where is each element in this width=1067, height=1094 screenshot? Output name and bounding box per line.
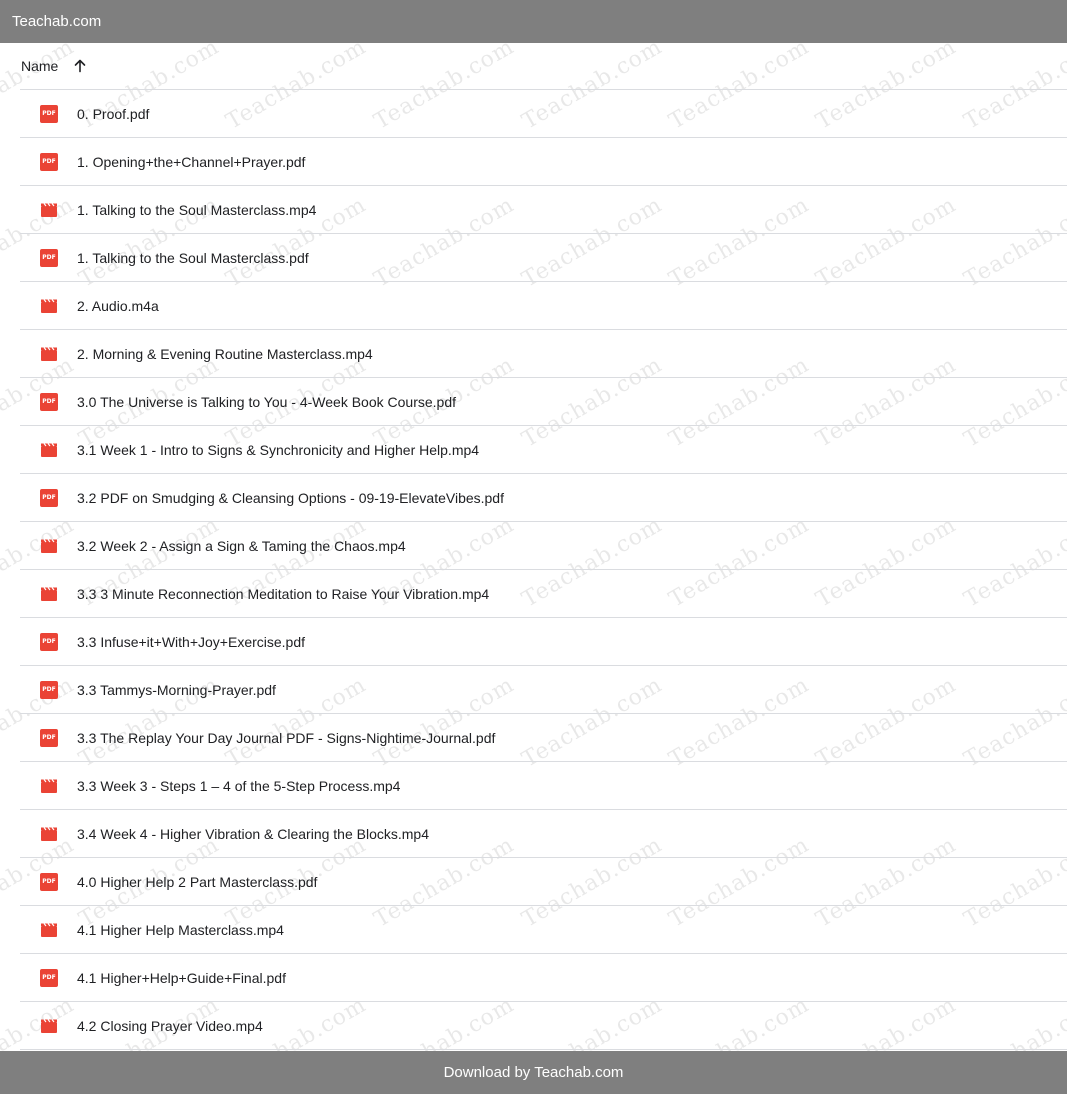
file-name: 3.1 Week 1 - Intro to Signs & Synchronic… <box>77 441 480 458</box>
file-name: 1. Opening+the+Channel+Prayer.pdf <box>77 153 306 170</box>
pdf-badge-text: PDF <box>42 685 56 693</box>
pdf-file-icon: PDF <box>40 968 58 987</box>
file-row[interactable]: PDF 3.3 Tammys-Morning-Prayer.pdf <box>20 666 1067 714</box>
file-name: 3.3 Tammys-Morning-Prayer.pdf <box>77 681 276 698</box>
file-name: 4.1 Higher Help Masterclass.mp4 <box>77 921 284 938</box>
list-header: Name <box>20 43 1067 90</box>
file-name: 3.3 Infuse+it+With+Joy+Exercise.pdf <box>77 633 306 650</box>
file-row[interactable]: 3.2 Week 2 - Assign a Sign & Taming the … <box>20 522 1067 570</box>
file-name: 3.2 Week 2 - Assign a Sign & Taming the … <box>77 537 406 554</box>
top-bar: Teachab.com <box>0 0 1067 43</box>
file-row[interactable]: 4.2 Closing Prayer Video.mp4 <box>20 1002 1067 1050</box>
pdf-badge-text: PDF <box>42 733 56 741</box>
video-file-icon <box>40 537 58 555</box>
file-row[interactable]: PDF 3.2 PDF on Smudging & Cleansing Optio… <box>20 474 1067 522</box>
video-file-icon <box>40 1017 58 1035</box>
file-row[interactable]: PDF 1. Talking to the Soul Masterclass.pd… <box>20 234 1067 282</box>
file-row[interactable]: PDF 0. Proof.pdf <box>20 90 1067 138</box>
pdf-file-icon: PDF <box>40 392 58 411</box>
site-title: Teachab.com <box>12 13 102 30</box>
file-row[interactable]: 3.1 Week 1 - Intro to Signs & Synchronic… <box>20 426 1067 474</box>
pdf-badge-text: PDF <box>42 637 56 645</box>
video-file-icon <box>40 345 58 363</box>
file-row[interactable]: PDF 1. Opening+the+Channel+Prayer.pdf <box>20 138 1067 186</box>
file-rows: PDF 0. Proof.pdf PDF 1. Opening+the+Channel… <box>20 90 1067 1050</box>
file-row[interactable]: 3.3 3 Minute Reconnection Meditation to … <box>20 570 1067 618</box>
file-row[interactable]: PDF 3.3 Infuse+it+With+Joy+Exercise.pdf <box>20 618 1067 666</box>
file-row[interactable]: PDF 4.0 Higher Help 2 Part Masterclass.pd… <box>20 858 1067 906</box>
file-row[interactable]: 4.1 Higher Help Masterclass.mp4 <box>20 906 1067 954</box>
video-file-icon <box>40 585 58 603</box>
video-file-icon <box>40 201 58 219</box>
file-row[interactable]: 2. Audio.m4a <box>20 282 1067 330</box>
video-file-icon <box>40 297 58 315</box>
file-list: Name PDF 0. Proof.pdf PDF 1. Opening+the+Ch… <box>20 43 1067 1050</box>
file-name: 2. Audio.m4a <box>77 297 159 314</box>
file-name: 4.2 Closing Prayer Video.mp4 <box>77 1017 263 1034</box>
video-file-icon <box>40 825 58 843</box>
pdf-file-icon: PDF <box>40 104 58 123</box>
video-file-icon <box>40 921 58 939</box>
video-file-icon <box>40 441 58 459</box>
pdf-file-icon: PDF <box>40 488 58 507</box>
file-row[interactable]: PDF 3.0 The Universe is Talking to You - … <box>20 378 1067 426</box>
file-name: 4.0 Higher Help 2 Part Masterclass.pdf <box>77 873 318 890</box>
pdf-file-icon: PDF <box>40 680 58 699</box>
pdf-badge-text: PDF <box>42 973 56 981</box>
file-name: 3.3 The Replay Your Day Journal PDF - Si… <box>77 729 496 746</box>
pdf-file-icon: PDF <box>40 872 58 891</box>
file-name: 3.0 The Universe is Talking to You - 4-W… <box>77 393 456 410</box>
arrow-up-icon[interactable] <box>72 58 88 74</box>
file-name: 4.1 Higher+Help+Guide+Final.pdf <box>77 969 286 986</box>
file-name: 3.3 Week 3 - Steps 1 – 4 of the 5-Step P… <box>77 777 401 794</box>
pdf-badge-text: PDF <box>42 253 56 261</box>
pdf-file-icon: PDF <box>40 248 58 267</box>
footer-bar: Download by Teachab.com <box>0 1051 1067 1094</box>
pdf-badge-text: PDF <box>42 109 56 117</box>
name-column-header[interactable]: Name <box>21 58 58 74</box>
pdf-badge-text: PDF <box>42 157 56 165</box>
pdf-file-icon: PDF <box>40 632 58 651</box>
pdf-file-icon: PDF <box>40 728 58 747</box>
pdf-badge-text: PDF <box>42 493 56 501</box>
file-name: 3.3 3 Minute Reconnection Meditation to … <box>77 585 490 602</box>
pdf-file-icon: PDF <box>40 152 58 171</box>
file-name: 1. Talking to the Soul Masterclass.pdf <box>77 249 309 266</box>
file-name: 3.4 Week 4 - Higher Vibration & Clearing… <box>77 825 429 842</box>
footer-text: Download by Teachab.com <box>443 1064 624 1081</box>
file-name: 3.2 PDF on Smudging & Cleansing Options … <box>77 489 504 506</box>
file-row[interactable]: PDF 4.1 Higher+Help+Guide+Final.pdf <box>20 954 1067 1002</box>
file-row[interactable]: 3.4 Week 4 - Higher Vibration & Clearing… <box>20 810 1067 858</box>
file-name: 0. Proof.pdf <box>77 105 150 122</box>
video-file-icon <box>40 777 58 795</box>
pdf-badge-text: PDF <box>42 877 56 885</box>
file-row[interactable]: PDF 3.3 The Replay Your Day Journal PDF -… <box>20 714 1067 762</box>
file-row[interactable]: 1. Talking to the Soul Masterclass.mp4 <box>20 186 1067 234</box>
pdf-badge-text: PDF <box>42 397 56 405</box>
file-row[interactable]: 2. Morning & Evening Routine Masterclass… <box>20 330 1067 378</box>
file-row[interactable]: 3.3 Week 3 - Steps 1 – 4 of the 5-Step P… <box>20 762 1067 810</box>
file-name: 1. Talking to the Soul Masterclass.mp4 <box>77 201 317 218</box>
file-name: 2. Morning & Evening Routine Masterclass… <box>77 345 373 362</box>
